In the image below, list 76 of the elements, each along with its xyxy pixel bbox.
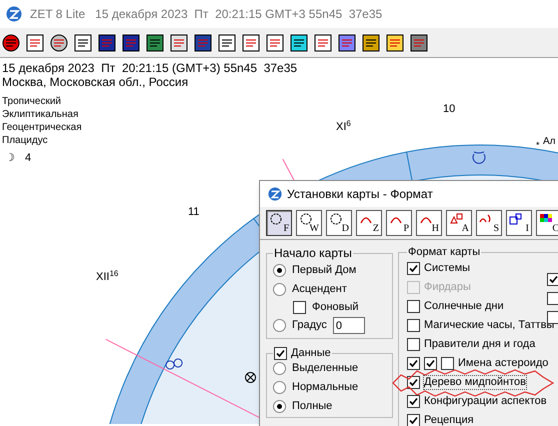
checkbox[interactable]	[407, 300, 420, 313]
radio-button[interactable]	[273, 381, 286, 394]
checkbox[interactable]	[547, 272, 558, 286]
window-title: ZET 8 Lite 15 декабря 2023 Пт 20:21:15 GMT+3 55n45 37e35	[30, 6, 382, 23]
format-tab[interactable]: Z	[356, 210, 382, 236]
tab-symbol-icon	[299, 213, 313, 225]
chart-setting-text: Плацидус	[2, 134, 48, 147]
format-tab[interactable]: P	[386, 210, 412, 236]
checkbox-label: Рецепция	[424, 414, 474, 426]
format-tab[interactable]: H	[416, 210, 442, 236]
chart-datetime: 15 декабря 2023 Пт 20:21:15 (GMT+3) 55n45 37e35	[2, 61, 298, 75]
checkbox-label: Конфигурации аспектов	[424, 395, 547, 408]
group-title: Формат карты	[407, 245, 482, 260]
checkbox[interactable]	[407, 414, 420, 426]
tab-symbol-icon	[269, 213, 283, 225]
checkbox-label: Магические часы, Таттвы	[424, 319, 554, 332]
radio-label: Нормальные	[292, 381, 358, 394]
checkbox[interactable]	[407, 262, 420, 275]
checkbox[interactable]	[407, 395, 420, 408]
format-tab[interactable]: C	[536, 210, 558, 236]
checkbox-label: Фоновый	[312, 301, 359, 314]
checkbox[interactable]	[547, 292, 558, 304]
moon-day: 4	[25, 150, 32, 166]
house-label: XII$^{16}$	[96, 269, 118, 285]
chart-place: Москва, Московская обл., Россия	[2, 75, 188, 89]
format-tab[interactable]: S	[476, 210, 502, 236]
radio-label: Первый Дом	[292, 264, 356, 277]
checkbox-label: Правители дня и года	[424, 338, 536, 351]
checkbox-label: Имена астероидо	[458, 357, 548, 370]
radio-label: Выделенные	[292, 362, 358, 375]
app-logo-icon	[6, 6, 22, 22]
star-icon: *	[536, 140, 540, 150]
house-label: XI$^{6}$	[336, 119, 351, 135]
checkbox-label: Дерево мидпойнтов	[424, 376, 526, 389]
tab-symbol-icon	[479, 213, 493, 225]
radio-button[interactable]	[273, 283, 286, 296]
dialog-title: Установки карты - Формат	[287, 186, 433, 203]
tab-symbol-icon	[509, 213, 523, 225]
format-tab[interactable]: I	[506, 210, 532, 236]
checkbox[interactable]	[407, 357, 420, 370]
format-tab[interactable]: W	[296, 210, 322, 236]
checkbox[interactable]	[407, 319, 420, 332]
radio-button[interactable]	[273, 400, 286, 413]
tab-symbol-icon	[329, 213, 343, 225]
radio-button[interactable]	[273, 319, 286, 332]
checkbox[interactable]	[441, 357, 454, 370]
checkbox[interactable]	[407, 376, 420, 389]
checkbox[interactable]	[424, 357, 437, 370]
chart-setting-text: Тропический	[2, 95, 61, 108]
checkbox[interactable]	[274, 347, 287, 360]
checkbox-label: Фирдары	[424, 281, 471, 294]
tab-symbol-icon	[449, 213, 463, 225]
format-tab[interactable]: F	[266, 210, 292, 236]
app-logo-icon	[268, 187, 282, 201]
checkbox-label: Солнечные дни	[424, 300, 504, 313]
checkbox[interactable]	[293, 301, 306, 314]
group-title: Данные	[291, 347, 331, 360]
moon-icon: ☽	[5, 152, 15, 164]
radio-label: Асцендент	[292, 283, 347, 296]
radio-button[interactable]	[273, 264, 286, 277]
star-label: Ал	[543, 136, 556, 147]
radio-label: Полные	[292, 400, 332, 413]
house-label: 11	[188, 205, 200, 220]
planet-symbol-icon	[245, 372, 256, 383]
chart-setting-text: Геоцентрическая	[2, 121, 82, 134]
house-label: 10	[443, 102, 456, 117]
group-title: Начало карты	[273, 245, 353, 262]
chart-setting-text: Эклиптикальная	[2, 108, 78, 121]
checkbox[interactable]	[407, 338, 420, 351]
tab-symbol-icon	[539, 213, 553, 225]
degree-input[interactable]: 0	[332, 317, 365, 334]
format-tab[interactable]: A	[446, 210, 472, 236]
format-tab[interactable]: D	[326, 210, 352, 236]
checkbox-label: Системы	[424, 262, 470, 275]
radio-button[interactable]	[273, 362, 286, 375]
radio-label: Градус	[292, 319, 327, 332]
